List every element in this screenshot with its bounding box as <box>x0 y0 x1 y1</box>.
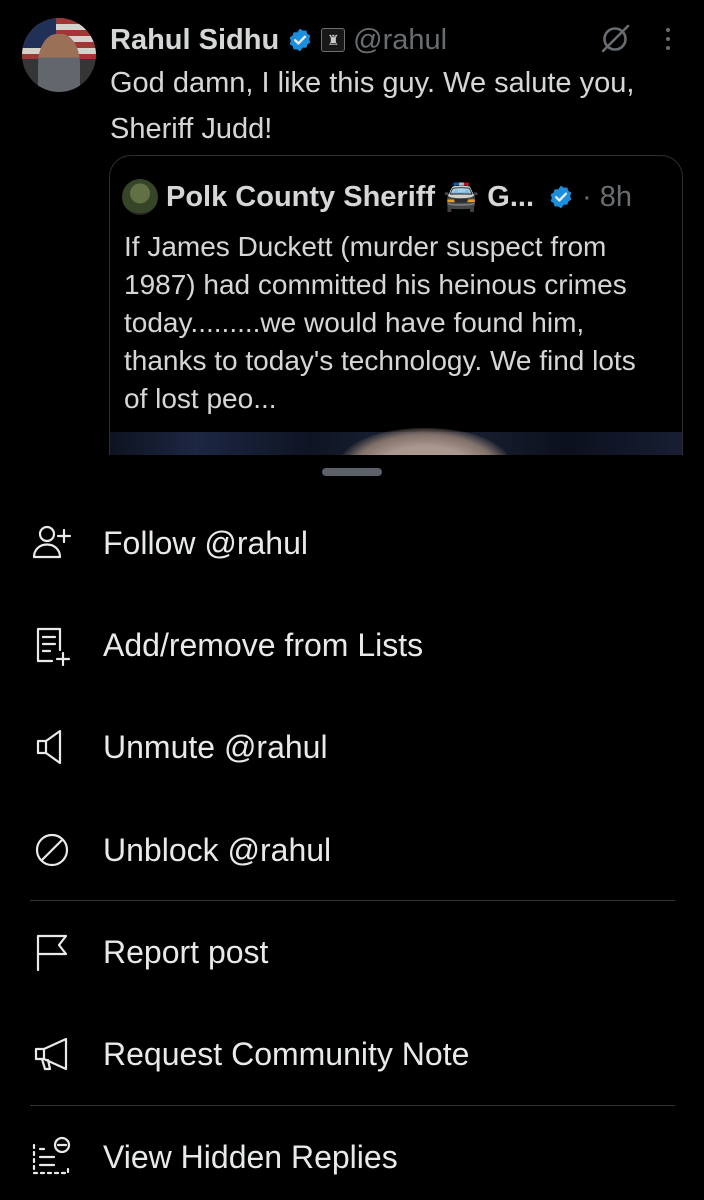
follow-user-icon <box>32 525 72 559</box>
block-icon <box>35 833 69 867</box>
quoted-verified-badge-icon <box>550 185 572 209</box>
avatar[interactable] <box>22 18 96 92</box>
lists-add-icon <box>36 627 71 667</box>
menu-item-community-note[interactable]: Request Community Note <box>0 1007 704 1101</box>
post-text: God damn, I like this guy. We salute you… <box>110 67 635 145</box>
menu-item-hidden-replies[interactable]: View Hidden Replies <box>0 1110 704 1200</box>
menu-item-label: Unblock @rahul <box>103 831 332 868</box>
avatar-person <box>38 34 80 92</box>
menu-item-label: View Hidden Replies <box>103 1138 398 1175</box>
menu-item-label: Request Community Note <box>103 1035 470 1072</box>
more-options-icon[interactable] <box>656 22 680 56</box>
menu-item-lists[interactable]: Add/remove from Lists <box>0 598 704 692</box>
menu-item-label: Unmute @rahul <box>103 728 328 765</box>
quoted-avatar <box>122 179 158 215</box>
flag-icon <box>36 934 68 972</box>
quoted-post[interactable]: Polk County Sheriff 🚔 G... · 8h If James… <box>109 155 683 487</box>
menu-divider <box>30 1105 675 1106</box>
handle[interactable]: @rahul <box>353 24 447 57</box>
menu-item-label: Add/remove from Lists <box>103 626 424 663</box>
menu-item-unmute[interactable]: Unmute @rahul <box>0 700 704 794</box>
menu-item-label: Follow @rahul <box>103 524 308 561</box>
quoted-display-name: Polk County Sheriff 🚔 G... <box>166 181 535 213</box>
menu-divider <box>30 900 675 901</box>
post-options-sheet: Follow @rahul Add/remove from Lists Unmu… <box>0 455 704 1200</box>
megaphone-icon <box>34 1037 68 1071</box>
grok-icon[interactable] <box>598 22 632 56</box>
affiliate-badge-icon: ♜ <box>321 28 346 52</box>
menu-item-label: Report post <box>103 933 269 970</box>
menu-item-follow[interactable]: Follow @rahul <box>0 496 704 590</box>
speaker-icon <box>36 729 62 765</box>
post-header: Rahul Sidhu ♜ @rahul <box>110 20 447 60</box>
menu-item-unblock[interactable]: Unblock @rahul <box>0 803 704 897</box>
verified-badge-icon <box>289 28 311 52</box>
menu-item-report[interactable]: Report post <box>0 905 704 999</box>
quoted-post-text: If James Duckett (murder suspect from 19… <box>124 231 636 414</box>
quoted-timestamp: · 8h <box>582 180 633 213</box>
display-name[interactable]: Rahul Sidhu <box>110 24 279 57</box>
screen: Rahul Sidhu ♜ @rahul God damn, I like th… <box>0 0 704 1200</box>
post[interactable]: Rahul Sidhu ♜ @rahul God damn, I like th… <box>0 0 704 487</box>
sheet-drag-handle[interactable] <box>322 468 382 476</box>
hidden-replies-icon <box>32 1136 71 1175</box>
quoted-post-header: Polk County Sheriff 🚔 G... · 8h <box>122 178 632 216</box>
